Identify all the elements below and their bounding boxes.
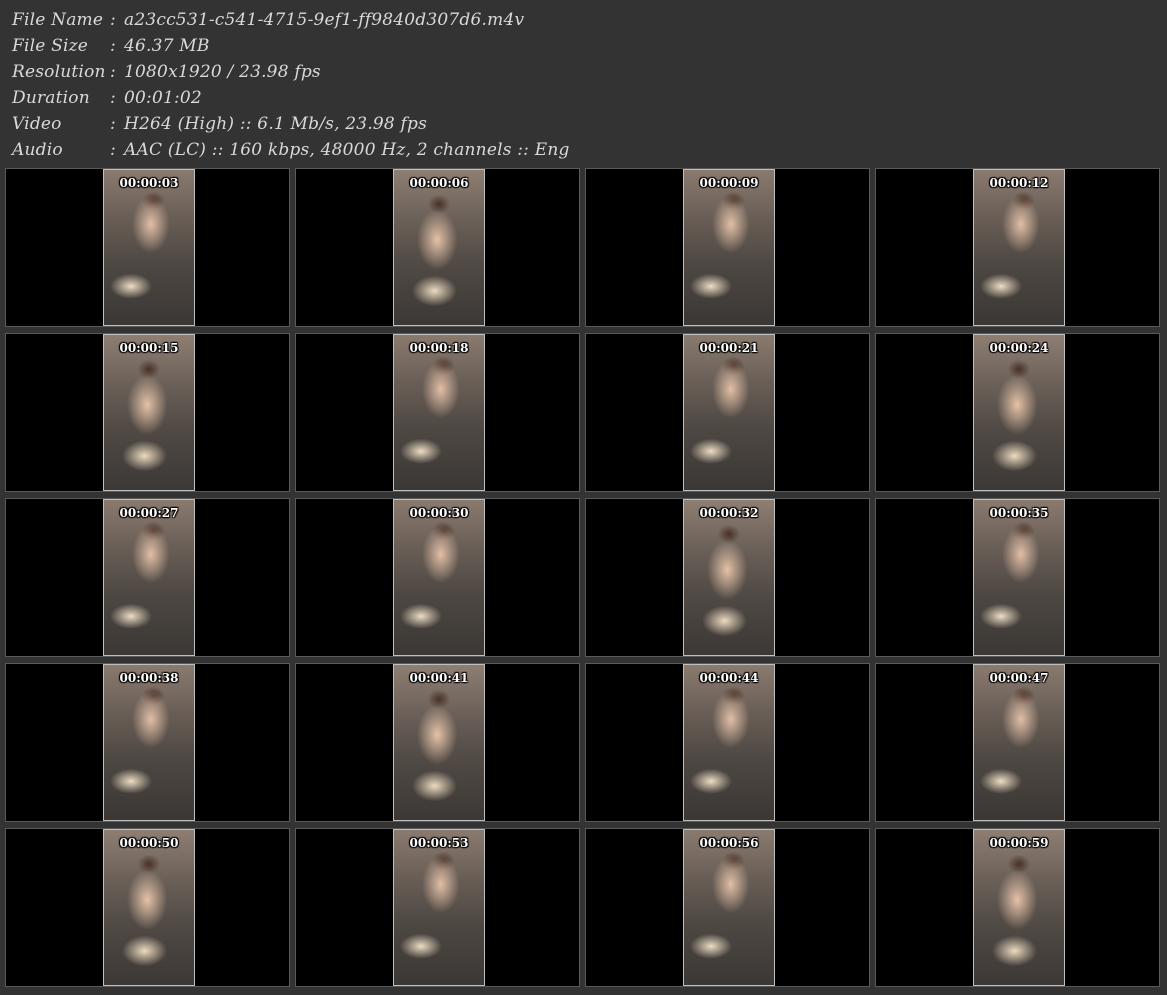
thumbnail-cell: 00:00:18 — [295, 333, 580, 492]
info-value: 1080x1920 / 23.98 fps — [124, 62, 321, 82]
frame-timestamp: 00:00:56 — [699, 836, 759, 850]
info-value: AAC (LC) :: 160 kbps, 48000 Hz, 2 channe… — [124, 140, 570, 160]
frame-timestamp: 00:00:24 — [989, 341, 1049, 355]
info-value: 46.37 MB — [124, 36, 210, 56]
info-separator: : — [110, 36, 116, 56]
frame-timestamp: 00:00:03 — [119, 176, 179, 190]
thumbnail-cell: 00:00:06 — [295, 168, 580, 327]
info-value: 00:01:02 — [124, 88, 202, 108]
thumbnail-cell: 00:00:59 — [875, 828, 1160, 987]
frame-timestamp: 00:00:38 — [119, 671, 179, 685]
media-info-header: File Name : a23cc531-c541-4715-9ef1-ff98… — [0, 0, 1167, 166]
video-frame-image: 00:00:09 — [683, 169, 775, 326]
video-frame-image: 00:00:41 — [393, 664, 485, 821]
thumbnail-cell: 00:00:32 — [585, 498, 870, 657]
video-frame-image: 00:00:24 — [973, 334, 1065, 491]
thumbnail-cell: 00:00:44 — [585, 663, 870, 822]
info-key: Resolution — [12, 62, 106, 82]
video-frame-image: 00:00:35 — [973, 499, 1065, 656]
video-frame-image: 00:00:12 — [973, 169, 1065, 326]
frame-timestamp: 00:00:21 — [699, 341, 759, 355]
frame-timestamp: 00:00:59 — [989, 836, 1049, 850]
frame-timestamp: 00:00:09 — [699, 176, 759, 190]
thumbnail-cell: 00:00:27 — [5, 498, 290, 657]
video-frame-image: 00:00:44 — [683, 664, 775, 821]
video-frame-image: 00:00:53 — [393, 829, 485, 986]
video-frame-image: 00:00:18 — [393, 334, 485, 491]
video-frame-image: 00:00:30 — [393, 499, 485, 656]
frame-timestamp: 00:00:15 — [119, 341, 179, 355]
frame-timestamp: 00:00:32 — [699, 506, 759, 520]
video-frame-image: 00:00:50 — [103, 829, 195, 986]
video-frame-image: 00:00:38 — [103, 664, 195, 821]
info-separator: : — [110, 88, 116, 108]
thumbnail-cell: 00:00:53 — [295, 828, 580, 987]
thumbnail-cell: 00:00:38 — [5, 663, 290, 822]
info-value: a23cc531-c541-4715-9ef1-ff9840d307d6.m4v — [124, 10, 525, 30]
frame-timestamp: 00:00:06 — [409, 176, 469, 190]
thumbnail-cell: 00:00:50 — [5, 828, 290, 987]
info-separator: : — [110, 10, 116, 30]
thumbnail-cell: 00:00:56 — [585, 828, 870, 987]
video-frame-image: 00:00:15 — [103, 334, 195, 491]
frame-timestamp: 00:00:35 — [989, 506, 1049, 520]
frame-timestamp: 00:00:41 — [409, 671, 469, 685]
video-frame-image: 00:00:32 — [683, 499, 775, 656]
thumbnail-cell: 00:00:15 — [5, 333, 290, 492]
frame-timestamp: 00:00:44 — [699, 671, 759, 685]
thumbnail-cell: 00:00:21 — [585, 333, 870, 492]
info-key: Duration — [12, 88, 90, 108]
video-frame-image: 00:00:27 — [103, 499, 195, 656]
thumbnail-cell: 00:00:47 — [875, 663, 1160, 822]
video-frame-image: 00:00:56 — [683, 829, 775, 986]
info-key: Audio — [12, 140, 63, 160]
video-frame-image: 00:00:59 — [973, 829, 1065, 986]
thumbnail-cell: 00:00:03 — [5, 168, 290, 327]
thumbnail-cell: 00:00:24 — [875, 333, 1160, 492]
video-frame-image: 00:00:21 — [683, 334, 775, 491]
info-key: File Name — [12, 10, 104, 30]
thumbnail-cell: 00:00:35 — [875, 498, 1160, 657]
frame-timestamp: 00:00:30 — [409, 506, 469, 520]
thumbnail-cell: 00:00:30 — [295, 498, 580, 657]
frame-timestamp: 00:00:50 — [119, 836, 179, 850]
frame-timestamp: 00:00:47 — [989, 671, 1049, 685]
thumbnail-cell: 00:00:12 — [875, 168, 1160, 327]
frame-timestamp: 00:00:18 — [409, 341, 469, 355]
thumbnail-grid: 00:00:03 00:00:06 00:00:09 00:00:12 00:00:15… — [5, 168, 1163, 994]
info-key: Video — [12, 114, 62, 134]
info-separator: : — [110, 140, 116, 160]
video-frame-image: 00:00:47 — [973, 664, 1065, 821]
info-separator: : — [110, 114, 116, 134]
info-separator: : — [110, 62, 116, 82]
info-key: File Size — [12, 36, 89, 56]
thumbnail-cell: 00:00:09 — [585, 168, 870, 327]
info-value: H264 (High) :: 6.1 Mb/s, 23.98 fps — [124, 114, 428, 134]
thumbnail-cell: 00:00:41 — [295, 663, 580, 822]
frame-timestamp: 00:00:53 — [409, 836, 469, 850]
frame-timestamp: 00:00:12 — [989, 176, 1049, 190]
video-frame-image: 00:00:06 — [393, 169, 485, 326]
frame-timestamp: 00:00:27 — [119, 506, 179, 520]
video-frame-image: 00:00:03 — [103, 169, 195, 326]
